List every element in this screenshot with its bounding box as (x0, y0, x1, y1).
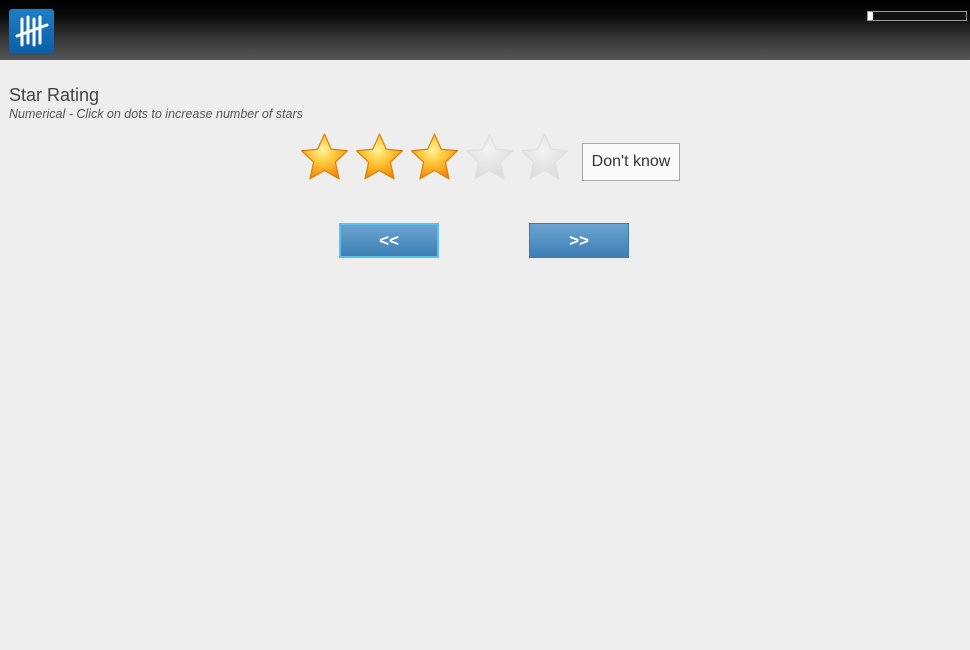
next-button[interactable]: >> (529, 223, 629, 258)
star-filled-icon[interactable] (297, 131, 352, 183)
tally-marks-icon (9, 9, 54, 54)
progress-bar-fill (868, 12, 873, 20)
star-filled-icon[interactable] (407, 131, 462, 183)
star-filled-icon[interactable] (352, 131, 407, 183)
question-title: Star Rating (9, 85, 100, 105)
back-button[interactable]: << (339, 223, 439, 258)
header-bar (0, 0, 970, 60)
star-empty-icon[interactable] (462, 131, 517, 183)
star-empty-icon[interactable] (517, 131, 572, 183)
dont-know-button[interactable]: Don't know (582, 143, 680, 181)
progress-bar (867, 11, 967, 21)
question-subtitle: Numerical - Click on dots to increase nu… (9, 107, 303, 121)
star-rating (297, 131, 572, 183)
